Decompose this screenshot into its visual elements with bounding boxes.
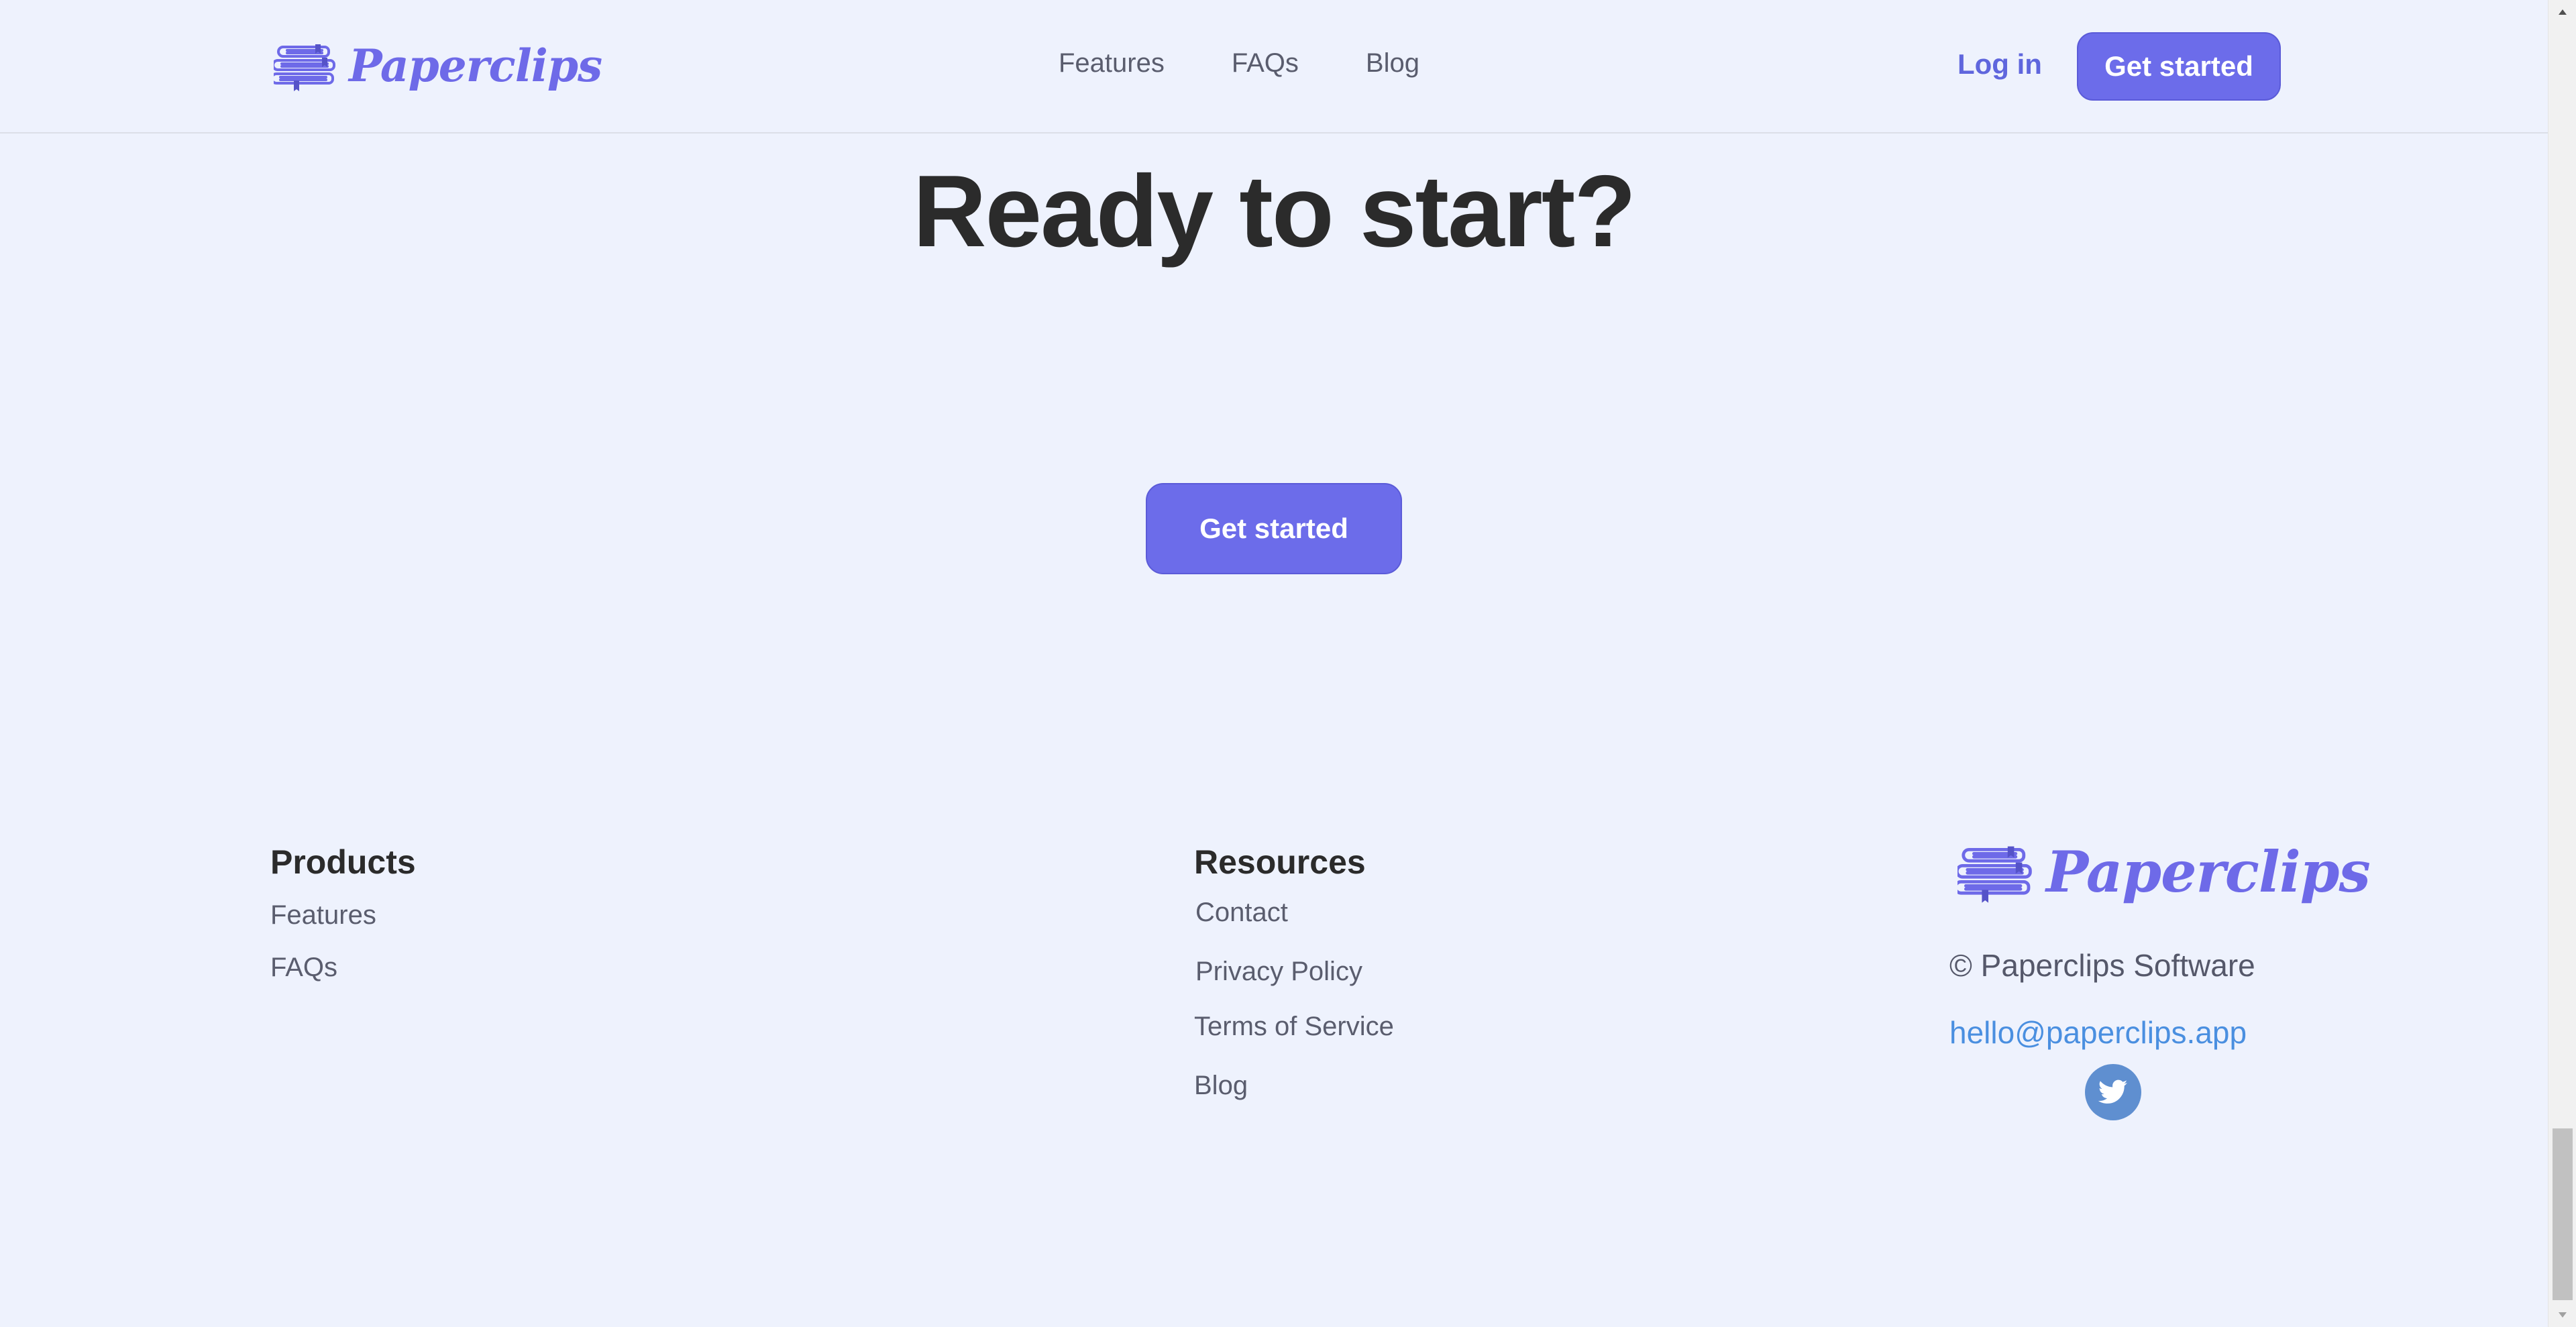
footer-products-title: Products [270, 843, 416, 881]
scroll-up-arrow-icon[interactable] [2548, 3, 2576, 21]
twitter-link[interactable] [2085, 1064, 2141, 1120]
footer-logo[interactable]: Paperclips [1957, 839, 2371, 905]
footer-resources-title: Resources [1194, 843, 1366, 881]
footer-link-features[interactable]: Features [270, 900, 376, 931]
brand-wordmark: Paperclips [349, 40, 602, 92]
main-nav: Features FAQs Blog [1059, 48, 1419, 78]
hero-title: Ready to start? [912, 154, 1636, 268]
footer-link-terms-of-service[interactable]: Terms of Service [1194, 1012, 1394, 1042]
nav-blog[interactable]: Blog [1366, 48, 1419, 78]
nav-features[interactable]: Features [1059, 48, 1165, 78]
copyright-text: © Paperclips Software [1949, 948, 2255, 983]
vertical-scrollbar[interactable] [2548, 0, 2576, 1327]
nav-faqs[interactable]: FAQs [1232, 48, 1299, 78]
header-get-started-button[interactable]: Get started [2077, 32, 2281, 101]
hero-get-started-button[interactable]: Get started [1146, 483, 1402, 574]
scrollbar-thumb[interactable] [2553, 1128, 2573, 1300]
footer-link-faqs[interactable]: FAQs [270, 953, 337, 983]
books-logo-icon [1957, 846, 2032, 903]
login-link[interactable]: Log in [1957, 48, 2042, 81]
top-nav-bar: Paperclips Features FAQs Blog Log in Get… [0, 0, 2548, 134]
scroll-down-arrow-icon[interactable] [2548, 1306, 2576, 1324]
contact-email-link[interactable]: hello@paperclips.app [1949, 1014, 2247, 1051]
footer-link-privacy-policy[interactable]: Privacy Policy [1195, 957, 1362, 987]
footer-link-contact[interactable]: Contact [1195, 898, 1288, 928]
header-logo[interactable]: Paperclips [274, 39, 602, 93]
twitter-icon [2098, 1079, 2128, 1104]
page: Paperclips Features FAQs Blog Log in Get… [0, 0, 2576, 1327]
books-logo-icon [274, 44, 335, 91]
footer-link-blog[interactable]: Blog [1194, 1071, 1248, 1101]
footer-brand-wordmark: Paperclips [2046, 839, 2371, 905]
